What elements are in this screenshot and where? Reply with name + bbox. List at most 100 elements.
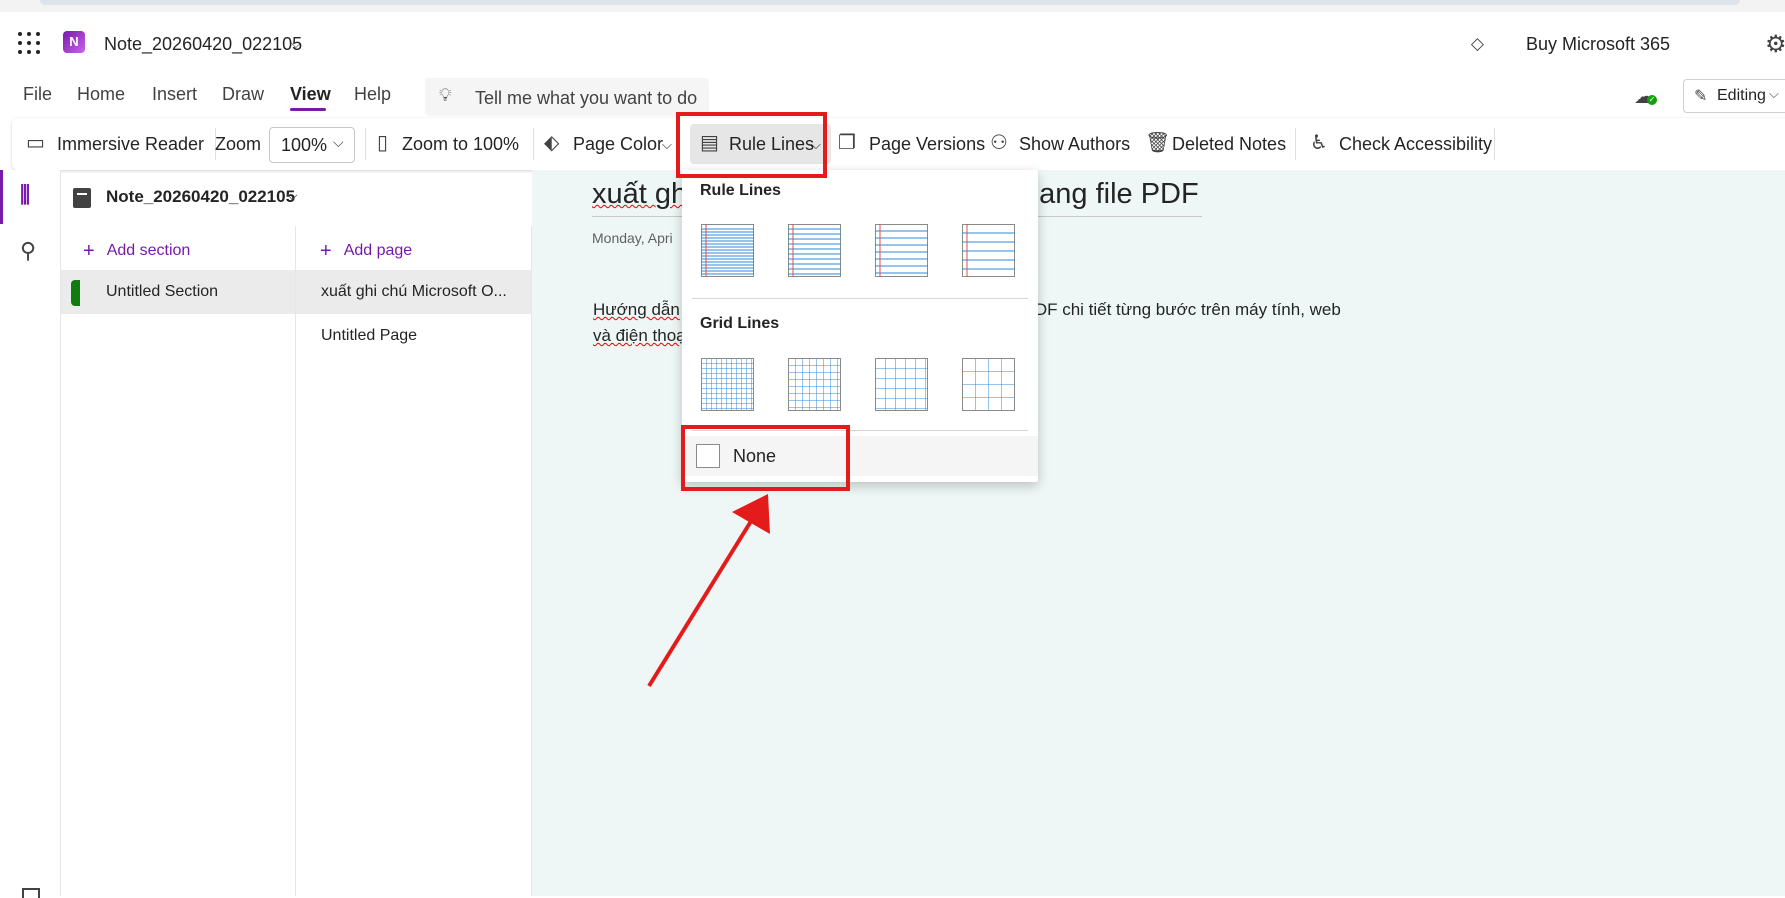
zoom-to-100-button[interactable]: Zoom to 100% (402, 134, 519, 155)
tab-draw[interactable]: Draw (222, 84, 264, 105)
rule-lines-icon: ▤ (700, 132, 719, 154)
rail-selection-indicator (0, 170, 3, 224)
notebook-header[interactable]: Note_20260420_022105 ⌵ (61, 170, 531, 227)
notebook-name[interactable]: Note_20260420_022105 (106, 187, 295, 207)
plus-icon: + (83, 240, 95, 262)
accessibility-icon: ♿︎ (1310, 132, 1328, 154)
ribbon-separator (533, 128, 534, 160)
add-page-button[interactable]: + Add page (320, 238, 413, 262)
tab-insert[interactable]: Insert (152, 84, 197, 105)
page-date: Monday, Apri (592, 230, 673, 246)
chevron-down-icon: ⌵ (333, 134, 344, 150)
rule-lines-button[interactable]: Rule Lines (729, 134, 814, 155)
ribbon-separator (365, 128, 366, 160)
body-line2-left: và điện thoại (593, 326, 690, 345)
page-versions-button[interactable]: Page Versions (869, 134, 985, 155)
ribbon-separator (1494, 128, 1495, 160)
ribbon-separator (1295, 128, 1296, 160)
browser-chrome-strip (0, 0, 1785, 12)
buy-microsoft-365-link[interactable]: Buy Microsoft 365 (1526, 34, 1670, 55)
section-color-tab (71, 280, 80, 306)
immersive-reader-icon: ▭ (26, 132, 45, 154)
notebook-icon (73, 188, 91, 208)
rule-lines-dropdown: Rule Lines Grid Lines None (682, 170, 1038, 482)
deleted-notes-button[interactable]: Deleted Notes (1172, 134, 1286, 155)
dropdown-divider (692, 298, 1028, 299)
arrow-head (732, 494, 770, 534)
none-label: None (733, 446, 777, 466)
very-large-grid-option[interactable] (962, 358, 1015, 411)
page-label: xuất ghi chú Microsoft O... (321, 283, 507, 300)
page-label: Untitled Page (321, 327, 418, 344)
tab-home[interactable]: Home (77, 84, 125, 105)
pages-panel: + Add page xuất ghi chú Microsoft O... Un… (296, 226, 532, 896)
chevron-down-icon[interactable]: ⌵ (811, 137, 821, 153)
narrow-ruled-option[interactable] (701, 224, 754, 277)
onenote-logo: N (63, 31, 85, 53)
arrow-shaft (647, 516, 755, 688)
page-versions-icon: ❐ (838, 132, 856, 154)
menu-bar: File Home Insert Draw View Help (0, 74, 1785, 118)
body-line1-left: Hướng dẫn (593, 300, 680, 319)
collapse-icon[interactable] (22, 888, 40, 898)
page-title-left: xuất gh (592, 178, 688, 210)
trash-icon: 🗑︎ (1145, 132, 1171, 154)
tell-me-search[interactable]: 💡︎ Tell me what you want to do (425, 78, 709, 116)
document-title[interactable]: Note_20260420_022105 (104, 34, 302, 55)
left-rail: ⫼ ⚲ (0, 170, 61, 898)
notebooks-icon[interactable]: ⫼ (20, 182, 30, 208)
dropdown-divider (692, 430, 1028, 431)
rule-lines-heading: Rule Lines (700, 182, 781, 199)
college-ruled-option[interactable] (788, 224, 841, 277)
view-ribbon: ▭ Immersive Reader Zoom 100% ⌵ ▯ Zoom to… (12, 118, 1785, 170)
title-bar: N Note_20260420_022105 ⌵ ◇ Buy Microsoft… (0, 14, 1785, 74)
paint-bucket-icon: ⬖ (544, 132, 560, 154)
zoom-100-icon: ▯ (377, 132, 389, 154)
sync-check-icon: ✓ (1647, 95, 1657, 105)
page-item[interactable]: Untitled Page (296, 314, 531, 358)
tab-help[interactable]: Help (354, 84, 391, 105)
large-grid-option[interactable] (875, 358, 928, 411)
pencil-icon: ✎ (1694, 88, 1708, 105)
app-launcher-icon[interactable] (18, 32, 40, 54)
tab-file[interactable]: File (23, 84, 52, 105)
immersive-reader-button[interactable]: Immersive Reader (57, 134, 204, 155)
none-swatch (696, 444, 720, 468)
medium-grid-option[interactable] (788, 358, 841, 411)
active-tab-indicator (290, 108, 326, 111)
chevron-down-icon[interactable]: ⌵ (291, 36, 301, 52)
chevron-down-icon[interactable]: ⌵ (662, 137, 672, 153)
zoom-label: Zoom (215, 134, 262, 154)
annotation-arrow (647, 494, 770, 688)
sections-panel: + Add section Untitled Section (61, 226, 296, 896)
none-option[interactable]: None (682, 436, 1038, 476)
grid-lines-heading: Grid Lines (700, 315, 780, 332)
page-title-right: ang file PDF (1039, 178, 1199, 210)
chevron-down-icon: ⌵ (1769, 86, 1779, 101)
body-line1-right: DF chi tiết từng bước trên máy tính, web (1034, 300, 1341, 319)
show-authors-button[interactable]: Show Authors (1019, 134, 1130, 155)
zoom-value: 100% (281, 135, 328, 155)
editing-label: Editing (1717, 87, 1766, 104)
add-section-button[interactable]: + Add section (83, 238, 190, 262)
editing-mode-button[interactable]: ✎ Editing ⌵ (1683, 79, 1785, 113)
chevron-down-icon[interactable]: ⌵ (287, 187, 298, 204)
settings-icon[interactable]: ⚙ (1765, 30, 1785, 59)
section-item[interactable]: Untitled Section (61, 270, 295, 314)
browser-address-bar-edge (40, 0, 1740, 5)
search-icon[interactable]: ⚲ (20, 238, 36, 264)
standard-ruled-option[interactable] (875, 224, 928, 277)
zoom-select[interactable]: 100% ⌵ (269, 127, 355, 163)
page-item[interactable]: xuất ghi chú Microsoft O... (296, 270, 531, 314)
diamond-icon[interactable]: ◇ (1471, 34, 1484, 54)
lightbulb-icon: 💡︎ (439, 85, 452, 105)
page-color-button[interactable]: Page Color (573, 134, 663, 155)
check-accessibility-button[interactable]: Check Accessibility (1339, 134, 1492, 155)
wide-ruled-option[interactable] (962, 224, 1015, 277)
body-text-line-2[interactable]: và điện thoại (593, 326, 689, 346)
small-grid-option[interactable] (701, 358, 754, 411)
plus-icon: + (320, 240, 332, 262)
add-page-label: Add page (343, 242, 413, 259)
tab-view[interactable]: View (290, 84, 331, 105)
show-authors-icon: ⚇ (990, 132, 1008, 154)
